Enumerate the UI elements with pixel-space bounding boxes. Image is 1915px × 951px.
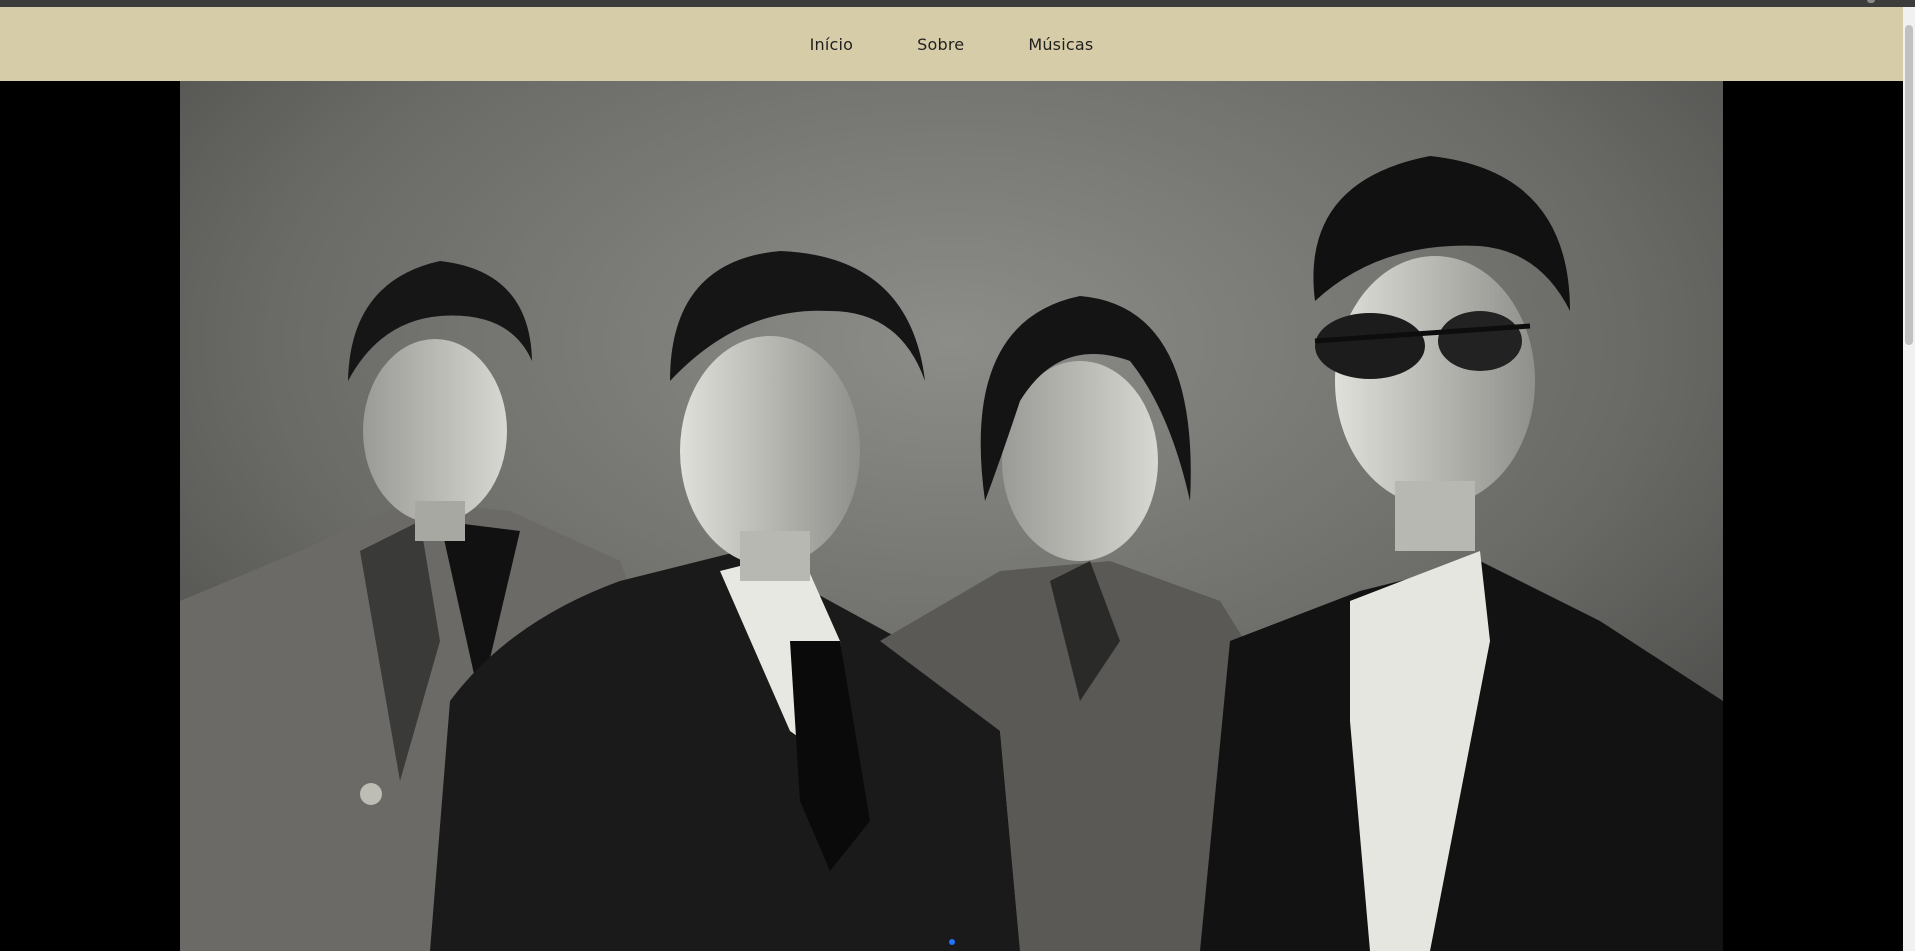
carousel-indicator-1[interactable]	[948, 939, 955, 945]
nav-link-sobre[interactable]: Sobre	[917, 35, 964, 54]
top-strip-indicator	[1867, 0, 1875, 3]
navbar: Início Sobre Músicas	[0, 7, 1903, 81]
nav-link-musicas[interactable]: Músicas	[1028, 35, 1093, 54]
hero-section	[0, 81, 1903, 951]
image-carousel	[180, 81, 1723, 951]
carousel-indicators	[180, 939, 1723, 945]
browser-top-strip	[0, 0, 1915, 7]
scrollbar-thumb[interactable]	[1905, 25, 1913, 345]
band-photo	[180, 81, 1723, 951]
page-scrollbar[interactable]	[1903, 7, 1915, 951]
nav-link-inicio[interactable]: Início	[810, 35, 854, 54]
nav-list: Início Sobre Músicas	[810, 35, 1094, 54]
